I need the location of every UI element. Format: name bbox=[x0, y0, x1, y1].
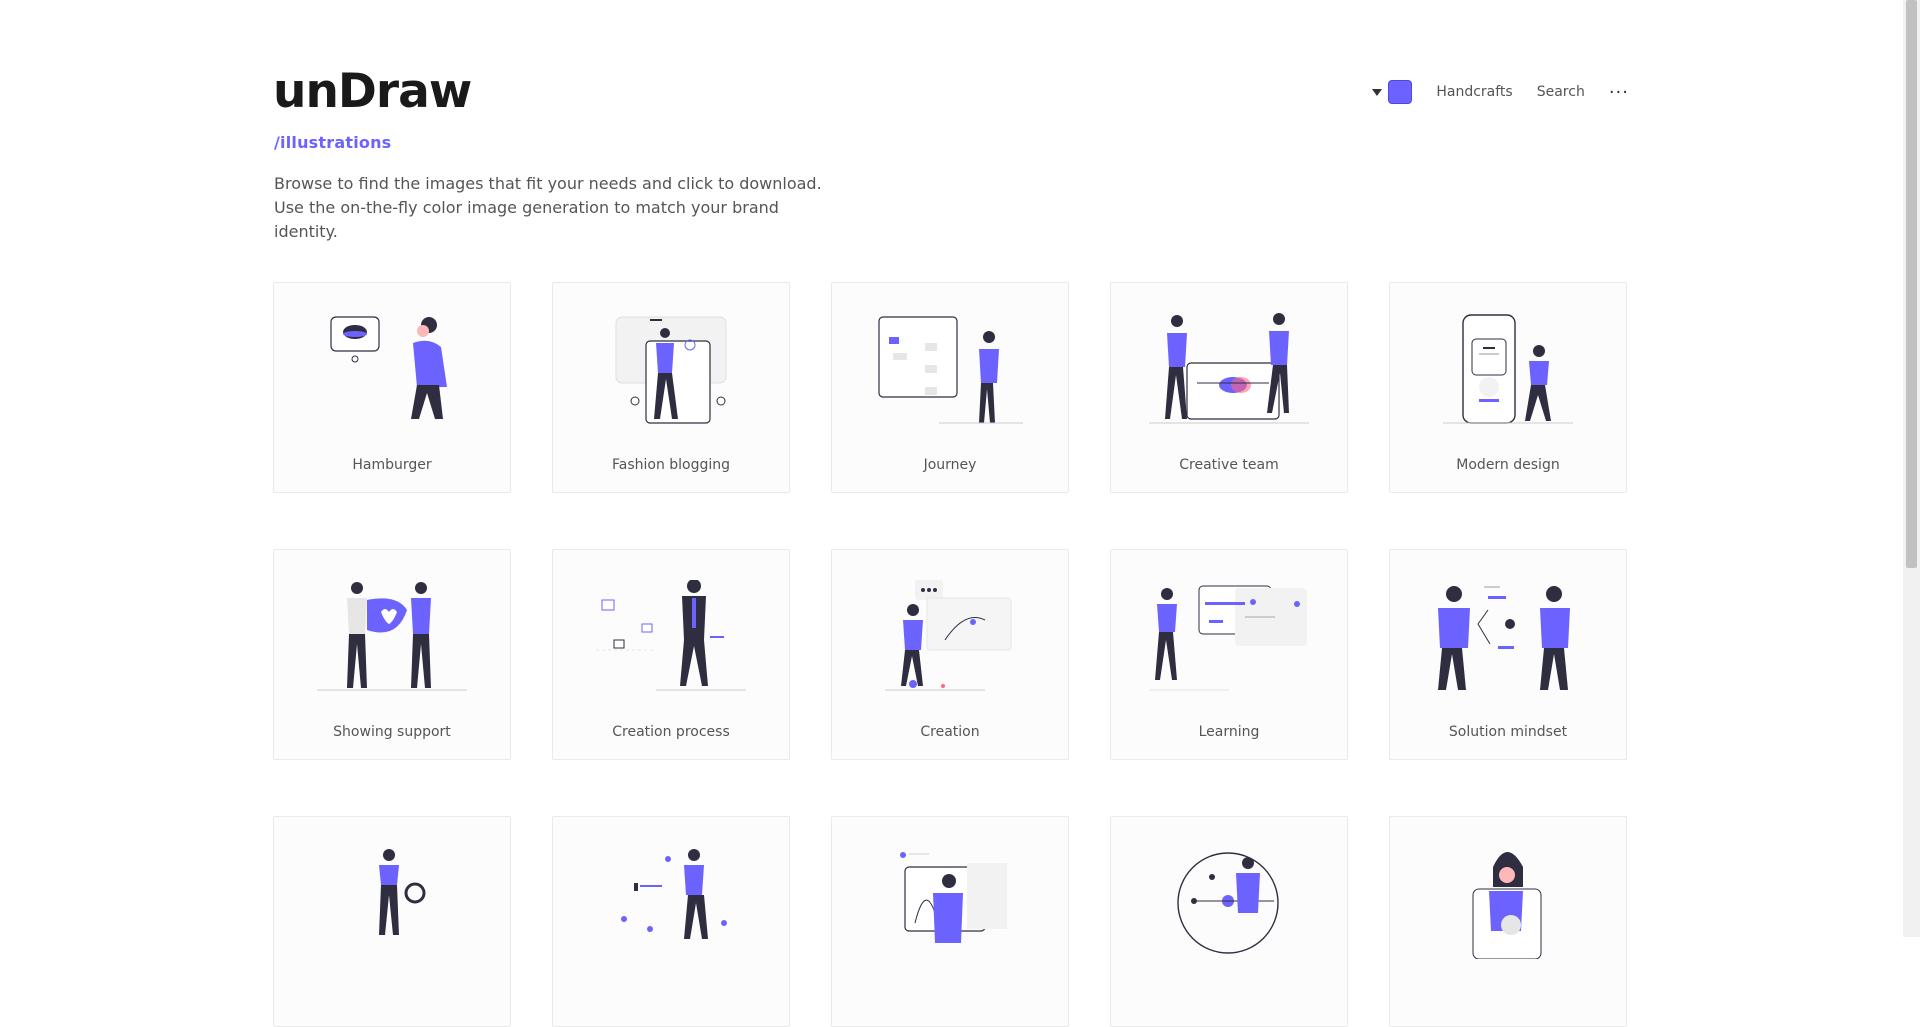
illustration-card[interactable] bbox=[831, 816, 1069, 1027]
card-label: Solution mindset bbox=[1448, 724, 1568, 740]
illustration-grid: Hamburger Fashion blogging Journey Creat… bbox=[273, 282, 1629, 1027]
creation-illustration-icon bbox=[885, 580, 1012, 691]
hamburger-illustration-icon bbox=[330, 316, 447, 419]
illustration-card[interactable] bbox=[1389, 816, 1627, 1027]
card-label: Showing support bbox=[333, 724, 451, 740]
illustration-card[interactable] bbox=[552, 816, 790, 1027]
nav-search-link[interactable]: Search bbox=[1537, 84, 1585, 100]
creative-team-illustration-icon bbox=[1149, 313, 1309, 424]
color-dropdown-caret-icon[interactable] bbox=[1372, 88, 1383, 96]
intro-text: Browse to find the images that fit your … bbox=[274, 174, 822, 241]
color-picker-swatch[interactable] bbox=[1388, 80, 1413, 104]
illustration-card[interactable]: Solution mindset bbox=[1389, 549, 1627, 760]
card-label: Modern design bbox=[1456, 457, 1560, 473]
learning-illustration-icon bbox=[1149, 585, 1307, 691]
illustration-card[interactable]: Creative team bbox=[1110, 282, 1348, 493]
profile-illustration-icon bbox=[1472, 852, 1542, 959]
illustration-card[interactable]: Modern design bbox=[1389, 282, 1627, 493]
illustration-card[interactable]: Journey bbox=[831, 282, 1069, 493]
presentation-illustration-icon bbox=[900, 852, 1007, 943]
illustration-card[interactable] bbox=[273, 816, 511, 1027]
solution-mindset-illustration-icon bbox=[1438, 586, 1570, 690]
card-label: Creation bbox=[920, 724, 980, 740]
modern-design-illustration-icon bbox=[1443, 314, 1573, 424]
card-label: Creative team bbox=[1179, 457, 1279, 473]
top-nav: Handcrafts Search ··· bbox=[1372, 80, 1630, 104]
fitness-illustration-icon bbox=[379, 849, 426, 935]
illustration-card[interactable]: Fashion blogging bbox=[552, 282, 790, 493]
illustration-card[interactable]: Creation bbox=[831, 549, 1069, 760]
more-menu-icon[interactable]: ··· bbox=[1609, 82, 1629, 103]
page-scrollbar[interactable] bbox=[1903, 0, 1920, 937]
card-label: Journey bbox=[923, 457, 977, 473]
illustration-card[interactable]: Learning bbox=[1110, 549, 1348, 760]
nav-handcrafts-link[interactable]: Handcrafts bbox=[1436, 84, 1512, 100]
analysis-illustration-icon bbox=[1177, 852, 1279, 954]
illustration-card[interactable]: Creation process bbox=[552, 549, 790, 760]
card-label: Learning bbox=[1198, 724, 1260, 740]
illustration-card[interactable]: Showing support bbox=[273, 549, 511, 760]
page-subtitle: /illustrations bbox=[274, 133, 392, 152]
journey-illustration-icon bbox=[878, 316, 1023, 424]
scrollbar-thumb[interactable] bbox=[1906, 0, 1917, 568]
fashion-blogging-illustration-icon bbox=[615, 316, 727, 424]
creation-process-illustration-icon bbox=[596, 580, 746, 691]
connections-illustration-icon bbox=[621, 849, 727, 939]
card-label: Fashion blogging bbox=[611, 457, 731, 473]
card-label: Hamburger bbox=[352, 457, 432, 473]
card-label: Creation process bbox=[612, 724, 730, 740]
logo[interactable]: unDraw bbox=[273, 62, 472, 122]
illustration-card[interactable] bbox=[1110, 816, 1348, 1027]
showing-support-illustration-icon bbox=[317, 582, 467, 691]
illustration-card[interactable]: Hamburger bbox=[273, 282, 511, 493]
